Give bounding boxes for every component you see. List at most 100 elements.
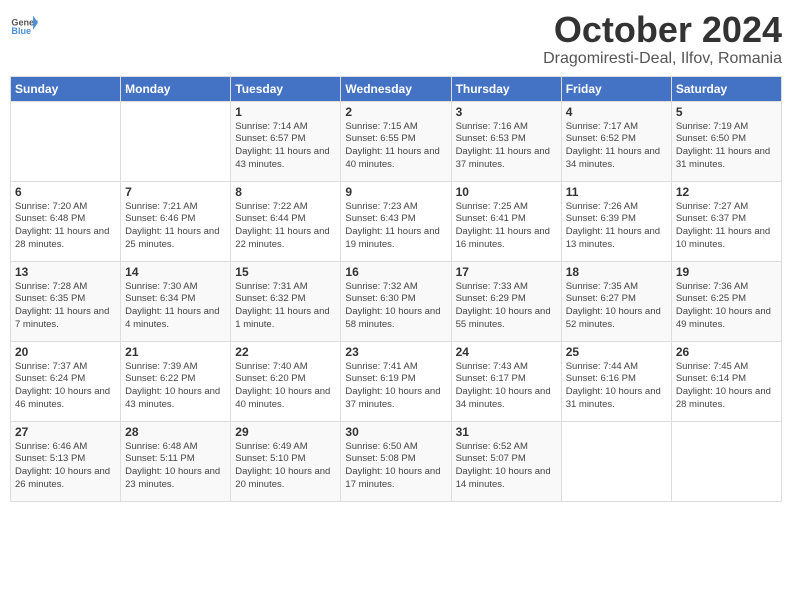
- day-cell: 6Sunrise: 7:20 AM Sunset: 6:48 PM Daylig…: [11, 181, 121, 261]
- col-header-saturday: Saturday: [671, 76, 781, 101]
- day-cell: 27Sunrise: 6:46 AM Sunset: 5:13 PM Dayli…: [11, 421, 121, 501]
- day-info: Sunrise: 7:44 AM Sunset: 6:16 PM Dayligh…: [566, 361, 667, 412]
- day-info: Sunrise: 7:43 AM Sunset: 6:17 PM Dayligh…: [456, 361, 557, 412]
- day-info: Sunrise: 7:28 AM Sunset: 6:35 PM Dayligh…: [15, 281, 116, 332]
- day-info: Sunrise: 7:20 AM Sunset: 6:48 PM Dayligh…: [15, 201, 116, 252]
- day-cell: [671, 421, 781, 501]
- day-info: Sunrise: 7:26 AM Sunset: 6:39 PM Dayligh…: [566, 201, 667, 252]
- day-info: Sunrise: 7:30 AM Sunset: 6:34 PM Dayligh…: [125, 281, 226, 332]
- day-info: Sunrise: 7:39 AM Sunset: 6:22 PM Dayligh…: [125, 361, 226, 412]
- day-cell: 10 Sunrise: 7:25 AM Sunset: 6:41 PM Dayli…: [451, 181, 561, 261]
- col-header-tuesday: Tuesday: [231, 76, 341, 101]
- day-cell: 31Sunrise: 6:52 AM Sunset: 5:07 PM Dayli…: [451, 421, 561, 501]
- day-cell: 13Sunrise: 7:28 AM Sunset: 6:35 PM Dayli…: [11, 261, 121, 341]
- day-number: 16: [345, 265, 446, 279]
- day-info: Sunrise: 7:35 AM Sunset: 6:27 PM Dayligh…: [566, 281, 667, 332]
- day-cell: 16 Sunrise: 7:32 AM Sunset: 6:30 PM Dayli…: [341, 261, 451, 341]
- day-cell: 26 Sunrise: 7:45 AM Sunset: 6:14 PM Dayli…: [671, 341, 781, 421]
- day-cell: 12 Sunrise: 7:27 AM Sunset: 6:37 PM Dayli…: [671, 181, 781, 261]
- day-info: Sunrise: 6:48 AM Sunset: 5:11 PM Dayligh…: [125, 441, 226, 492]
- day-info: Sunrise: 7:36 AM Sunset: 6:25 PM Dayligh…: [676, 281, 777, 332]
- day-info: Sunrise: 7:16 AM Sunset: 6:53 PM Dayligh…: [456, 121, 557, 172]
- col-header-wednesday: Wednesday: [341, 76, 451, 101]
- title-block: October 2024 Dragomiresti-Deal, Ilfov, R…: [543, 10, 782, 68]
- day-info: Sunrise: 7:14 AM Sunset: 6:57 PM Dayligh…: [235, 121, 336, 172]
- svg-text:Blue: Blue: [11, 26, 31, 36]
- day-info: Sunrise: 7:27 AM Sunset: 6:37 PM Dayligh…: [676, 201, 777, 252]
- location-title: Dragomiresti-Deal, Ilfov, Romania: [543, 50, 782, 68]
- day-number: 21: [125, 345, 226, 359]
- header-row: SundayMondayTuesdayWednesdayThursdayFrid…: [11, 76, 782, 101]
- day-number: 17: [456, 265, 557, 279]
- day-info: Sunrise: 7:22 AM Sunset: 6:44 PM Dayligh…: [235, 201, 336, 252]
- day-cell: 17Sunrise: 7:33 AM Sunset: 6:29 PM Dayli…: [451, 261, 561, 341]
- day-cell: [121, 101, 231, 181]
- day-number: 3: [456, 105, 557, 119]
- logo-icon: General Blue: [10, 10, 38, 38]
- day-info: Sunrise: 7:25 AM Sunset: 6:41 PM Dayligh…: [456, 201, 557, 252]
- day-number: 7: [125, 185, 226, 199]
- day-cell: 30 Sunrise: 6:50 AM Sunset: 5:08 PM Dayli…: [341, 421, 451, 501]
- day-info: Sunrise: 7:40 AM Sunset: 6:20 PM Dayligh…: [235, 361, 336, 412]
- day-number: 9: [345, 185, 446, 199]
- calendar-table: SundayMondayTuesdayWednesdayThursdayFrid…: [10, 76, 782, 502]
- col-header-friday: Friday: [561, 76, 671, 101]
- day-info: Sunrise: 6:50 AM Sunset: 5:08 PM Dayligh…: [345, 441, 446, 492]
- day-number: 28: [125, 425, 226, 439]
- day-info: Sunrise: 7:37 AM Sunset: 6:24 PM Dayligh…: [15, 361, 116, 412]
- day-info: Sunrise: 7:15 AM Sunset: 6:55 PM Dayligh…: [345, 121, 446, 172]
- day-number: 23: [345, 345, 446, 359]
- day-number: 31: [456, 425, 557, 439]
- day-number: 30: [345, 425, 446, 439]
- day-cell: 28 Sunrise: 6:48 AM Sunset: 5:11 PM Dayli…: [121, 421, 231, 501]
- col-header-thursday: Thursday: [451, 76, 561, 101]
- day-info: Sunrise: 7:19 AM Sunset: 6:50 PM Dayligh…: [676, 121, 777, 172]
- day-info: Sunrise: 7:45 AM Sunset: 6:14 PM Dayligh…: [676, 361, 777, 412]
- day-number: 24: [456, 345, 557, 359]
- col-header-sunday: Sunday: [11, 76, 121, 101]
- week-row-3: 13Sunrise: 7:28 AM Sunset: 6:35 PM Dayli…: [11, 261, 782, 341]
- day-cell: 8 Sunrise: 7:22 AM Sunset: 6:44 PM Daylig…: [231, 181, 341, 261]
- day-cell: 9Sunrise: 7:23 AM Sunset: 6:43 PM Daylig…: [341, 181, 451, 261]
- day-number: 26: [676, 345, 777, 359]
- day-number: 1: [235, 105, 336, 119]
- day-number: 8: [235, 185, 336, 199]
- week-row-1: 1 Sunrise: 7:14 AM Sunset: 6:57 PM Daylig…: [11, 101, 782, 181]
- day-number: 2: [345, 105, 446, 119]
- day-cell: 3 Sunrise: 7:16 AM Sunset: 6:53 PM Daylig…: [451, 101, 561, 181]
- day-info: Sunrise: 7:32 AM Sunset: 6:30 PM Dayligh…: [345, 281, 446, 332]
- week-row-5: 27Sunrise: 6:46 AM Sunset: 5:13 PM Dayli…: [11, 421, 782, 501]
- day-cell: 20Sunrise: 7:37 AM Sunset: 6:24 PM Dayli…: [11, 341, 121, 421]
- day-cell: 23 Sunrise: 7:41 AM Sunset: 6:19 PM Dayli…: [341, 341, 451, 421]
- week-row-2: 6Sunrise: 7:20 AM Sunset: 6:48 PM Daylig…: [11, 181, 782, 261]
- day-number: 25: [566, 345, 667, 359]
- day-info: Sunrise: 7:41 AM Sunset: 6:19 PM Dayligh…: [345, 361, 446, 412]
- day-number: 15: [235, 265, 336, 279]
- day-number: 19: [676, 265, 777, 279]
- day-number: 18: [566, 265, 667, 279]
- day-cell: [11, 101, 121, 181]
- page-header: General Blue October 2024 Dragomiresti-D…: [10, 10, 782, 68]
- day-number: 22: [235, 345, 336, 359]
- day-number: 5: [676, 105, 777, 119]
- day-cell: 24 Sunrise: 7:43 AM Sunset: 6:17 PM Dayli…: [451, 341, 561, 421]
- month-title: October 2024: [543, 10, 782, 50]
- day-cell: 18 Sunrise: 7:35 AM Sunset: 6:27 PM Dayli…: [561, 261, 671, 341]
- day-cell: [561, 421, 671, 501]
- day-info: Sunrise: 7:21 AM Sunset: 6:46 PM Dayligh…: [125, 201, 226, 252]
- day-cell: 4Sunrise: 7:17 AM Sunset: 6:52 PM Daylig…: [561, 101, 671, 181]
- day-info: Sunrise: 7:17 AM Sunset: 6:52 PM Dayligh…: [566, 121, 667, 172]
- day-cell: 29Sunrise: 6:49 AM Sunset: 5:10 PM Dayli…: [231, 421, 341, 501]
- day-cell: 14Sunrise: 7:30 AM Sunset: 6:34 PM Dayli…: [121, 261, 231, 341]
- day-info: Sunrise: 6:46 AM Sunset: 5:13 PM Dayligh…: [15, 441, 116, 492]
- col-header-monday: Monday: [121, 76, 231, 101]
- day-cell: 15Sunrise: 7:31 AM Sunset: 6:32 PM Dayli…: [231, 261, 341, 341]
- logo: General Blue: [10, 10, 38, 38]
- day-number: 12: [676, 185, 777, 199]
- day-cell: 22 Sunrise: 7:40 AM Sunset: 6:20 PM Dayli…: [231, 341, 341, 421]
- day-number: 11: [566, 185, 667, 199]
- day-info: Sunrise: 6:49 AM Sunset: 5:10 PM Dayligh…: [235, 441, 336, 492]
- day-number: 10: [456, 185, 557, 199]
- day-cell: 21 Sunrise: 7:39 AM Sunset: 6:22 PM Dayli…: [121, 341, 231, 421]
- day-cell: 7 Sunrise: 7:21 AM Sunset: 6:46 PM Daylig…: [121, 181, 231, 261]
